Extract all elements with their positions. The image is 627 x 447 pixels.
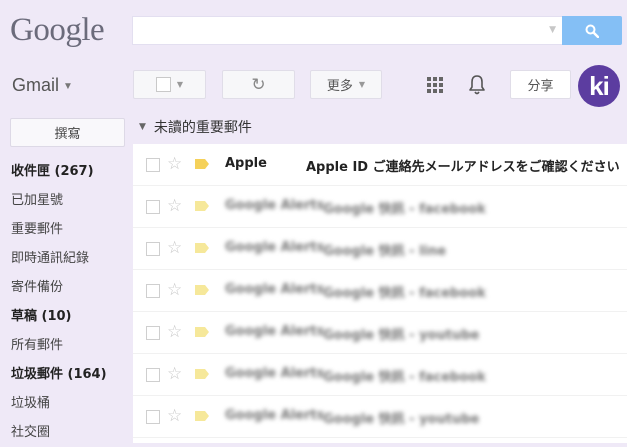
email-subject: Google 快訊 - facebook: [323, 202, 486, 217]
email-row[interactable]: ☆ Apple Apple ID ご連絡先メールアドレスをご確認ください: [133, 144, 627, 186]
sidebar-item-inbox[interactable]: 收件匣 (267): [11, 157, 131, 186]
row-checkbox[interactable]: [146, 158, 160, 172]
share-button[interactable]: 分享: [510, 70, 571, 99]
top-header: Google ▼: [0, 0, 627, 62]
row-checkbox[interactable]: [146, 284, 160, 298]
sidebar-item-sent[interactable]: 寄件備份: [11, 273, 131, 302]
chevron-down-icon: ▼: [358, 80, 366, 89]
sidebar-item-starred[interactable]: 已加星號: [11, 186, 131, 215]
search-options-icon[interactable]: ▼: [549, 25, 556, 35]
google-logo[interactable]: Google: [10, 12, 105, 49]
select-all-checkbox[interactable]: [155, 77, 171, 92]
sidebar-item-drafts[interactable]: 草稿 (10): [11, 302, 131, 331]
star-icon[interactable]: ☆: [167, 238, 182, 258]
star-icon[interactable]: ☆: [167, 406, 182, 426]
search-button[interactable]: [562, 16, 622, 45]
avatar-text: ki: [589, 70, 610, 101]
row-checkbox[interactable]: [146, 200, 160, 214]
email-sender: Google Alerts: [225, 240, 325, 255]
email-sender: Google Alerts: [225, 408, 325, 423]
star-icon[interactable]: ☆: [167, 154, 182, 174]
more-label: 更多: [326, 79, 353, 94]
email-row[interactable]: ☆ Google Alerts Google 快訊 - facebook: [133, 186, 627, 228]
email-subject: Google 快訊 - facebook: [323, 286, 486, 301]
chevron-down-icon: ▼: [176, 80, 184, 89]
sidebar-item-trash[interactable]: 垃圾桶: [11, 389, 131, 418]
collapse-triangle-icon[interactable]: ▼: [139, 122, 146, 132]
sidebar-item-chats[interactable]: 即時通訊紀錄: [11, 244, 131, 273]
compose-label: 撰寫: [54, 127, 81, 142]
row-checkbox[interactable]: [146, 326, 160, 340]
email-subject: Apple ID ご連絡先メールアドレスをご確認ください: [306, 160, 620, 175]
sidebar-item-spam[interactable]: 垃圾郵件 (164): [11, 360, 131, 389]
apps-grid-icon[interactable]: [427, 77, 443, 93]
email-row[interactable]: ☆ Google Alerts Google 快訊 - youtube: [133, 312, 627, 354]
section-header[interactable]: ▼ 未讀的重要郵件: [133, 112, 627, 142]
sidebar-item-important[interactable]: 重要郵件: [11, 215, 131, 244]
gmail-label: Gmail: [12, 75, 60, 95]
email-sender: Google Alerts: [225, 324, 325, 339]
email-subject: Google 快訊 - facebook: [323, 370, 486, 385]
gmail-menu[interactable]: Gmail ▼: [12, 75, 73, 96]
email-list: ☆ Apple Apple ID ご連絡先メールアドレスをご確認ください ☆ G…: [133, 144, 627, 443]
star-icon[interactable]: ☆: [167, 364, 182, 384]
section-title: 未讀的重要郵件: [153, 120, 252, 136]
refresh-icon: ↻: [251, 74, 266, 95]
bell-icon[interactable]: [468, 74, 486, 96]
email-sender: Google Alerts: [225, 198, 325, 213]
star-icon[interactable]: ☆: [167, 322, 182, 342]
email-row[interactable]: ☆ Google Alerts Google 快訊 - line: [133, 228, 627, 270]
email-sender: Google Alerts: [225, 282, 325, 297]
email-sender: Google Alerts: [225, 366, 325, 381]
star-icon[interactable]: ☆: [167, 280, 182, 300]
search-input[interactable]: ▼: [132, 16, 562, 45]
email-subject: Google 快訊 - line: [323, 244, 447, 259]
more-button[interactable]: 更多 ▼: [310, 70, 382, 99]
row-checkbox[interactable]: [146, 242, 160, 256]
row-checkbox[interactable]: [146, 368, 160, 382]
refresh-button[interactable]: ↻: [222, 70, 295, 99]
star-icon[interactable]: ☆: [167, 196, 182, 216]
email-sender: Apple: [225, 156, 267, 171]
search-icon: [585, 24, 599, 38]
select-button[interactable]: ▼: [133, 70, 206, 99]
row-checkbox[interactable]: [146, 410, 160, 424]
email-row[interactable]: ☆ Google Alerts Google 快訊 - facebook: [133, 270, 627, 312]
sidebar-nav: 收件匣 (267) 已加星號 重要郵件 即時通訊紀錄 寄件備份 草稿 (10) …: [11, 157, 131, 447]
email-subject: Google 快訊 - youtube: [323, 328, 480, 343]
avatar[interactable]: ki: [578, 65, 620, 107]
email-row[interactable]: ☆ Google Alerts Google 快訊 - facebook: [133, 354, 627, 396]
share-label: 分享: [527, 79, 554, 94]
email-row[interactable]: ☆ Google Alerts Google 快訊 - youtube: [133, 396, 627, 438]
chevron-down-icon: ▼: [63, 80, 73, 92]
sidebar-item-all-mail[interactable]: 所有郵件: [11, 331, 131, 360]
compose-button[interactable]: 撰寫: [10, 118, 125, 147]
email-subject: Google 快訊 - youtube: [323, 412, 480, 427]
